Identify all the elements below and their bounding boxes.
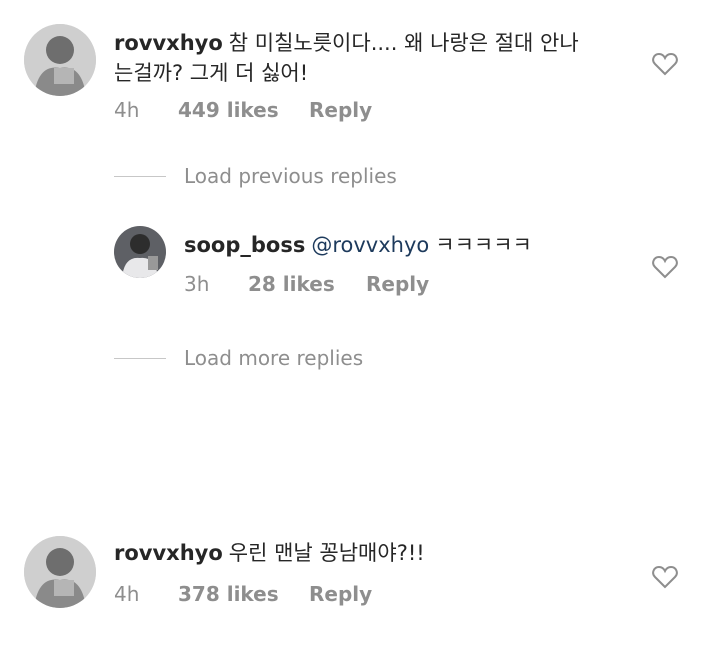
likes-count[interactable]: 449 likes	[178, 98, 279, 122]
timestamp: 4h	[114, 98, 140, 122]
avatar[interactable]	[24, 536, 96, 608]
reply-text: soop_boss @rovvxhyo ㅋㅋㅋㅋㅋ	[184, 230, 532, 260]
comment-body: 우린 맨날 꽁남매야?!!	[228, 541, 425, 565]
reply-button[interactable]: Reply	[309, 98, 372, 122]
heart-outline-icon[interactable]	[652, 565, 678, 589]
load-more-replies[interactable]: Load more replies	[114, 346, 363, 370]
load-more-label[interactable]: Load more replies	[184, 346, 363, 370]
timestamp: 3h	[184, 272, 210, 296]
comment-body-line2: 는걸까? 그게 더 싫어!	[114, 61, 309, 85]
username[interactable]: rovvxhyo	[114, 541, 223, 565]
comment-text: rovvxhyo 우린 맨날 꽁남매야?!!	[114, 538, 425, 568]
comment-text: rovvxhyo 참 미칠노릇이다.... 왜 나랑은 절대 안나	[114, 28, 579, 58]
mention-link[interactable]: @rovvxhyo	[311, 233, 429, 257]
avatar[interactable]	[24, 24, 96, 96]
username[interactable]: soop_boss	[184, 233, 305, 257]
likes-count[interactable]: 28 likes	[248, 272, 335, 296]
divider-line	[114, 357, 166, 359]
comment-body-line1: 참 미칠노릇이다.... 왜 나랑은 절대 안나	[228, 31, 579, 55]
load-previous-replies[interactable]: Load previous replies	[114, 164, 397, 188]
reply-button[interactable]: Reply	[309, 582, 372, 606]
load-previous-label[interactable]: Load previous replies	[184, 164, 397, 188]
avatar[interactable]	[114, 226, 166, 278]
timestamp: 4h	[114, 582, 140, 606]
heart-outline-icon[interactable]	[652, 255, 678, 279]
reply-button[interactable]: Reply	[366, 272, 429, 296]
likes-count[interactable]: 378 likes	[178, 582, 279, 606]
username[interactable]: rovvxhyo	[114, 31, 223, 55]
reply-body: ㅋㅋㅋㅋㅋ	[435, 233, 532, 257]
heart-outline-icon[interactable]	[652, 52, 678, 76]
divider-line	[114, 175, 166, 177]
